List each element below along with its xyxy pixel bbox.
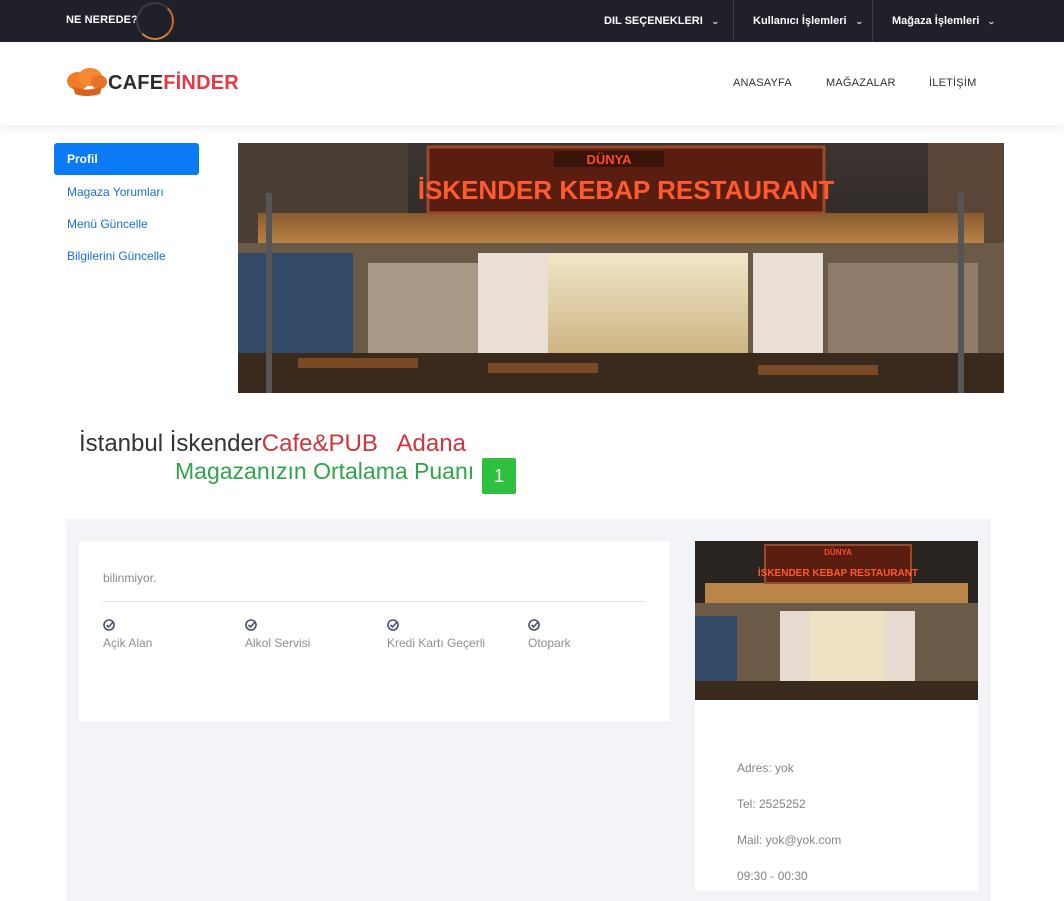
logo-finder-text: FİNDER xyxy=(163,71,239,94)
main-header: CAFEFİNDER ANASAYFA MAĞAZALAR İLETİŞİM xyxy=(0,42,1064,125)
contact-card: DÜNYA İSKENDER KEBAP RESTAURANT Adres: y… xyxy=(695,541,978,891)
thumb-sign-main: İSKENDER KEBAP RESTAURANT xyxy=(758,566,918,579)
chef-hat-icon xyxy=(67,68,107,96)
chevron-down-icon: ⌄ xyxy=(710,16,720,26)
feature-outdoor: Açik Alan xyxy=(103,619,152,650)
store-name: İstanbul İskender xyxy=(79,430,262,457)
sign-top-text: DÜNYA xyxy=(586,152,632,167)
nav-stores[interactable]: MAĞAZALAR xyxy=(826,77,896,89)
chevron-down-icon: ⌄ xyxy=(987,16,997,26)
user-menu[interactable]: Kullanıcı İşlemleri ⌄ xyxy=(753,0,864,42)
store-menu[interactable]: Mağaza İşlemleri ⌄ xyxy=(892,0,997,42)
thumb-sign-top: DÜNYA xyxy=(824,548,852,557)
restaurant-photo: DÜNYA İSKENDER KEBAP RESTAURANT xyxy=(238,143,1004,393)
feature-alcohol: Alkol Servisi xyxy=(245,619,310,650)
feature-label: Kredi Kartı Geçerli xyxy=(387,636,486,650)
user-menu-label: Kullanıcı İşlemleri xyxy=(753,15,847,27)
nav-contact[interactable]: İLETİŞİM xyxy=(929,77,976,89)
average-score-label: Magazanızın Ortalama Puanı xyxy=(175,458,475,484)
feature-label: Otopark xyxy=(528,636,571,650)
store-title: İstanbul İskenderCafe&PUB Adana xyxy=(79,430,466,458)
check-circle-icon xyxy=(528,619,540,631)
check-circle-icon xyxy=(387,619,399,631)
details-card: bilinmiyor. Açik Alan Alkol Servisi Kred… xyxy=(79,541,670,721)
store-description: bilinmiyor. xyxy=(103,571,157,585)
store-menu-label: Mağaza İşlemleri xyxy=(892,15,980,27)
top-divider xyxy=(733,0,734,42)
top-bar: NE NEREDE? DIL SEÇENEKLERI ⌄ Kullanıcı İ… xyxy=(0,0,1064,42)
language-menu[interactable]: DIL SEÇENEKLERI ⌄ xyxy=(604,0,720,42)
sidebar-item-info-update[interactable]: Bilgilerini Güncelle xyxy=(54,240,199,272)
chevron-down-icon: ⌄ xyxy=(854,16,864,26)
check-circle-icon xyxy=(245,619,257,631)
top-brand-text[interactable]: NE NEREDE? xyxy=(66,0,138,42)
brand-ring-icon xyxy=(136,2,174,40)
language-menu-label: DIL SEÇENEKLERI xyxy=(604,15,703,27)
feature-label: Alkol Servisi xyxy=(245,636,311,650)
top-divider xyxy=(872,0,873,42)
feature-parking: Otopark xyxy=(528,619,571,650)
feature-label: Açik Alan xyxy=(103,636,153,650)
logo-cafe-text: CAFE xyxy=(108,71,164,94)
contact-mail: Mail: yok@yok.com xyxy=(737,833,842,847)
store-type: Cafe&PUB xyxy=(261,430,378,457)
contact-hours: 09:30 - 00:30 xyxy=(737,869,808,883)
feature-credit-card: Kredi Kartı Geçerli xyxy=(387,619,485,650)
logo-wordmark: CAFEFİNDER xyxy=(108,72,239,95)
restaurant-thumbnail: DÜNYA İSKENDER KEBAP RESTAURANT xyxy=(695,541,978,700)
sign-main-text: İSKENDER KEBAP RESTAURANT xyxy=(418,175,835,205)
contact-address: Adres: yok xyxy=(737,761,794,775)
average-score-badge: 1 xyxy=(482,458,516,494)
store-thumbnail-image: DÜNYA İSKENDER KEBAP RESTAURANT xyxy=(695,541,978,700)
details-divider xyxy=(103,601,646,602)
nav-home[interactable]: ANASAYFA xyxy=(733,77,792,89)
sidebar-item-reviews[interactable]: Magaza Yorumları xyxy=(54,176,199,208)
site-logo[interactable]: CAFEFİNDER xyxy=(66,67,239,99)
contact-phone: Tel: 2525252 xyxy=(737,797,806,811)
sidebar-item-profile[interactable]: Profil xyxy=(54,143,199,175)
store-city: Adana xyxy=(396,430,466,457)
store-banner-image: DÜNYA İSKENDER KEBAP RESTAURANT xyxy=(238,143,1004,393)
check-circle-icon xyxy=(103,619,115,631)
sidebar-item-menu-update[interactable]: Menü Güncelle xyxy=(54,208,199,240)
